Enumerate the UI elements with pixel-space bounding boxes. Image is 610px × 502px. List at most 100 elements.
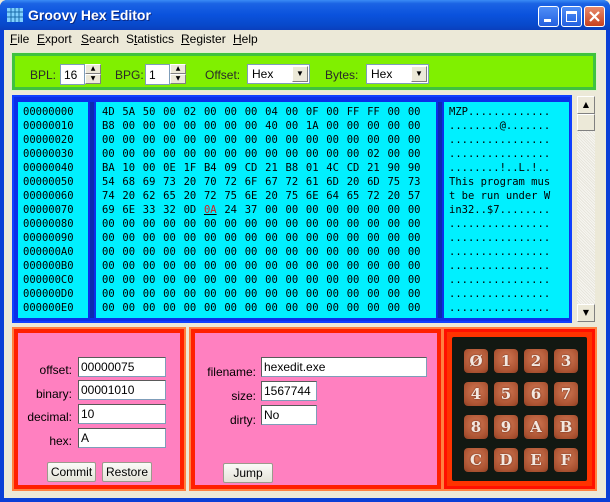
- hex-byte[interactable]: 00: [326, 301, 346, 315]
- hex-byte[interactable]: 62: [143, 189, 163, 203]
- hex-byte[interactable]: 69: [102, 203, 122, 217]
- scroll-up-button[interactable]: ▲: [577, 96, 595, 114]
- keypad-key-A[interactable]: A: [524, 415, 548, 439]
- hex-byte[interactable]: 00: [286, 133, 306, 147]
- keypad-key-0[interactable]: Ø: [464, 349, 488, 373]
- keypad-key-5[interactable]: 5: [494, 382, 518, 406]
- hex-byte[interactable]: 00: [367, 231, 387, 245]
- hex-byte[interactable]: 00: [245, 105, 265, 119]
- minimize-button[interactable]: [538, 6, 559, 27]
- restore-button[interactable]: Restore: [102, 462, 152, 482]
- hex-byte[interactable]: 21: [265, 161, 285, 175]
- hex-bytes-column[interactable]: 4D 5A 50 00 02 00 00 00 04 00 0F 00 FF FF 00 00 B8 00 00 00…: [96, 102, 436, 318]
- hex-byte[interactable]: 00: [204, 147, 224, 161]
- hex-byte[interactable]: 00: [408, 119, 428, 133]
- hex-byte[interactable]: 00: [387, 105, 407, 119]
- hex-byte[interactable]: 6E: [306, 189, 326, 203]
- filename-field[interactable]: [261, 357, 427, 377]
- hex-byte[interactable]: 00: [387, 287, 407, 301]
- hex-byte[interactable]: 00: [408, 133, 428, 147]
- ascii-row[interactable]: ................: [449, 245, 569, 259]
- hex-byte[interactable]: 00: [326, 119, 346, 133]
- close-button[interactable]: [584, 6, 605, 27]
- hex-byte[interactable]: BA: [102, 161, 122, 175]
- hex-byte[interactable]: 00: [306, 217, 326, 231]
- hex-byte[interactable]: 00: [163, 287, 183, 301]
- hex-byte[interactable]: 00: [347, 301, 367, 315]
- hex-byte[interactable]: 02: [184, 105, 204, 119]
- hex-byte[interactable]: 00: [326, 105, 346, 119]
- hex-byte[interactable]: 00: [265, 231, 285, 245]
- hex-byte[interactable]: 00: [367, 301, 387, 315]
- hex-byte[interactable]: 00: [163, 119, 183, 133]
- dirty-field[interactable]: [261, 405, 317, 425]
- scroll-down-button[interactable]: ▼: [577, 304, 595, 322]
- hex-byte[interactable]: 00: [184, 245, 204, 259]
- hex-byte[interactable]: 37: [245, 203, 265, 217]
- hex-byte[interactable]: 57: [408, 189, 428, 203]
- hex-byte[interactable]: 00: [265, 273, 285, 287]
- hex-byte[interactable]: 00: [163, 259, 183, 273]
- hex-byte[interactable]: 40: [265, 119, 285, 133]
- hex-byte[interactable]: 00: [347, 217, 367, 231]
- hex-byte[interactable]: 00: [143, 287, 163, 301]
- hex-byte[interactable]: 00: [163, 231, 183, 245]
- hex-byte[interactable]: 00: [122, 133, 142, 147]
- title-bar[interactable]: Groovy Hex Editor: [0, 0, 610, 30]
- hex-byte[interactable]: 65: [163, 189, 183, 203]
- hex-byte[interactable]: 00: [367, 217, 387, 231]
- chevron-down-icon[interactable]: ▼: [292, 66, 308, 82]
- keypad-key-8[interactable]: 8: [464, 415, 488, 439]
- hex-byte[interactable]: CD: [245, 161, 265, 175]
- hex-byte[interactable]: 00: [367, 273, 387, 287]
- hex-byte[interactable]: 67: [265, 175, 285, 189]
- hex-byte[interactable]: 00: [326, 231, 346, 245]
- hex-byte[interactable]: 00: [306, 301, 326, 315]
- keypad-key-9[interactable]: 9: [494, 415, 518, 439]
- vertical-scrollbar[interactable]: ▲ ▼: [577, 96, 595, 322]
- hex-byte[interactable]: 00: [265, 203, 285, 217]
- hex-byte[interactable]: 00: [122, 273, 142, 287]
- hex-byte[interactable]: 00: [102, 245, 122, 259]
- hex-byte[interactable]: 00: [286, 217, 306, 231]
- hex-byte[interactable]: 00: [184, 217, 204, 231]
- hex-byte[interactable]: 20: [347, 175, 367, 189]
- hex-byte[interactable]: 00: [143, 133, 163, 147]
- hex-byte[interactable]: 6F: [245, 175, 265, 189]
- bpl-spinner[interactable]: ▲ ▼: [85, 64, 101, 85]
- hex-byte[interactable]: 00: [286, 105, 306, 119]
- hex-byte[interactable]: 00: [102, 133, 122, 147]
- hex-byte[interactable]: 00: [184, 273, 204, 287]
- hex-byte[interactable]: 00: [184, 231, 204, 245]
- menu-register[interactable]: Register: [181, 32, 226, 46]
- hex-byte[interactable]: 00: [102, 287, 122, 301]
- bpg-input[interactable]: [145, 64, 170, 85]
- hex-byte[interactable]: 00: [245, 147, 265, 161]
- menu-statistics[interactable]: Statistics: [126, 32, 174, 46]
- hex-byte[interactable]: 20: [265, 189, 285, 203]
- menu-export[interactable]: Export: [37, 32, 72, 46]
- hex-byte[interactable]: 00: [306, 133, 326, 147]
- scroll-thumb[interactable]: [577, 114, 595, 131]
- hex-byte[interactable]: 72: [367, 189, 387, 203]
- hex-byte[interactable]: 00: [102, 273, 122, 287]
- hex-byte[interactable]: 00: [245, 273, 265, 287]
- ascii-column[interactable]: MZP............. ........@...............…: [444, 102, 569, 318]
- bpl-input[interactable]: [60, 64, 85, 85]
- decimal-field[interactable]: [78, 404, 166, 424]
- hex-byte[interactable]: 00: [286, 301, 306, 315]
- hex-byte[interactable]: 00: [286, 245, 306, 259]
- hex-byte[interactable]: 00: [184, 133, 204, 147]
- hex-byte[interactable]: 00: [347, 203, 367, 217]
- hex-byte[interactable]: 00: [286, 287, 306, 301]
- chevron-down-icon[interactable]: ▼: [411, 66, 427, 82]
- hex-byte[interactable]: 00: [367, 259, 387, 273]
- hex-byte[interactable]: 00: [122, 147, 142, 161]
- hex-byte[interactable]: 4C: [326, 161, 346, 175]
- hex-byte[interactable]: 00: [163, 147, 183, 161]
- hex-byte[interactable]: 73: [408, 175, 428, 189]
- ascii-row[interactable]: ................: [449, 217, 569, 231]
- hex-byte[interactable]: 00: [204, 119, 224, 133]
- hex-byte[interactable]: 00: [122, 231, 142, 245]
- hex-byte[interactable]: 00: [387, 273, 407, 287]
